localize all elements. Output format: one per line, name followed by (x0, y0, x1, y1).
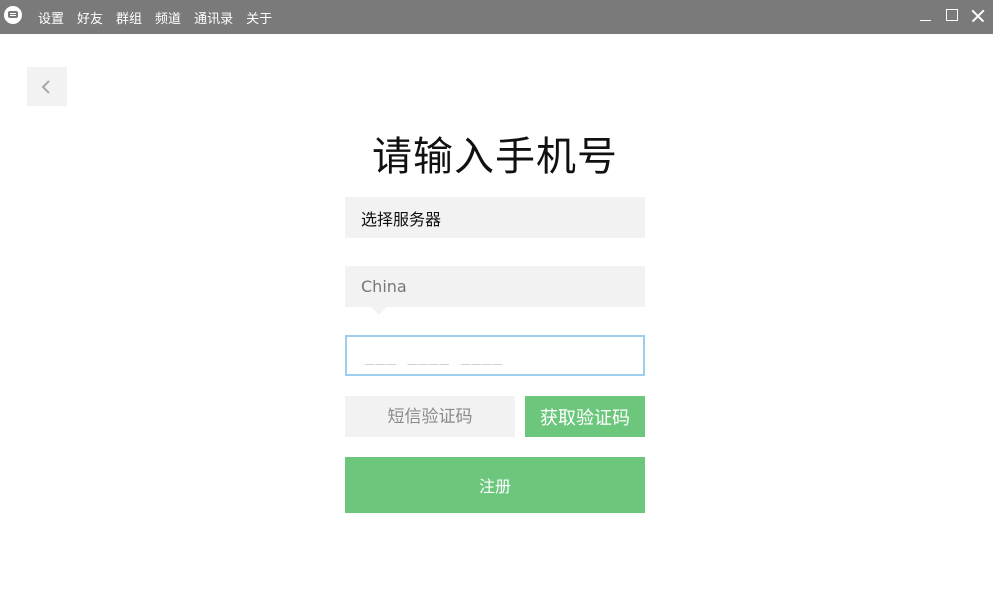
maximize-icon[interactable] (943, 7, 961, 25)
page-title: 请输入手机号 (372, 134, 618, 180)
menu-item-groups[interactable]: 群组 (116, 8, 142, 27)
app-logo-icon (4, 6, 22, 24)
title-bar: 设置 好友 群组 频道 通讯录 关于 (0, 0, 993, 34)
menu-item-contacts[interactable]: 通讯录 (194, 8, 233, 27)
close-icon[interactable] (969, 7, 987, 25)
menu-item-friends[interactable]: 好友 (77, 8, 103, 27)
register-button[interactable]: 注册 (345, 457, 645, 513)
country-caret-icon (371, 307, 387, 315)
back-button[interactable] (27, 67, 67, 106)
server-select-label: 选择服务器 (361, 209, 442, 229)
sms-code-input[interactable] (345, 396, 515, 437)
server-select[interactable]: 选择服务器 (345, 197, 645, 238)
menu-item-settings[interactable]: 设置 (38, 8, 64, 27)
phone-number-input[interactable] (345, 335, 645, 376)
minimize-icon[interactable] (917, 7, 935, 25)
country-select[interactable]: China (345, 266, 645, 307)
menu-bar: 设置 好友 群组 频道 通讯录 关于 (38, 0, 285, 34)
chevron-left-icon (41, 80, 50, 94)
menu-item-channels[interactable]: 频道 (155, 8, 181, 27)
get-code-button[interactable]: 获取验证码 (525, 396, 645, 437)
menu-item-about[interactable]: 关于 (246, 8, 272, 27)
country-select-value: China (361, 277, 407, 296)
